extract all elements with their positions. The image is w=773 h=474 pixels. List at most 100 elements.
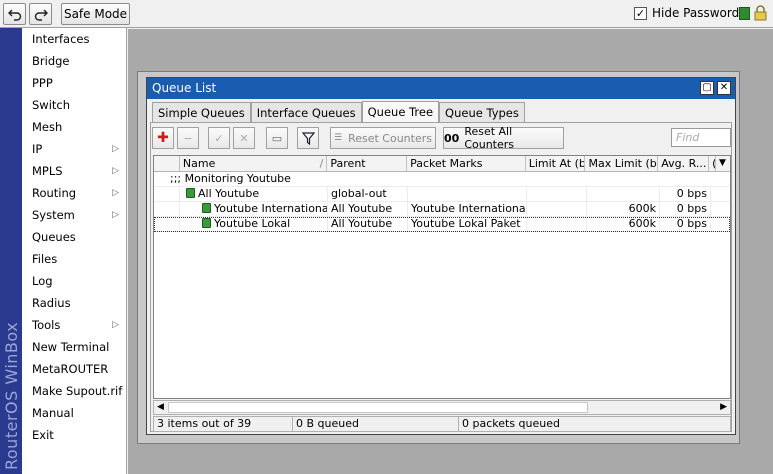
- queue-tree-panel: ✚ − ✓ ✕ ▭ ☰ Reset Counters 00 Reset All …: [150, 122, 732, 432]
- sidebar-item-bridge[interactable]: Bridge: [22, 50, 126, 72]
- filter-button[interactable]: [297, 127, 319, 149]
- sidebar-item-ip[interactable]: IP ▷: [22, 138, 126, 160]
- sidebar-item-exit[interactable]: Exit: [22, 424, 126, 446]
- tab-queue-types[interactable]: Queue Types: [439, 102, 525, 123]
- sidebar-item-metarouter[interactable]: MetaROUTER: [22, 358, 126, 380]
- queue-icon: [186, 188, 195, 198]
- brand-strip: RouterOS WinBox: [0, 28, 22, 474]
- remove-button[interactable]: −: [177, 127, 199, 149]
- column-header-avg-rate[interactable]: Avg. R...: [658, 156, 710, 171]
- queue-tabs: Simple Queues Interface Queues Queue Tre…: [152, 101, 525, 123]
- row-marker: [154, 202, 180, 216]
- sidebar-item-queues[interactable]: Queues: [22, 226, 126, 248]
- disable-button[interactable]: ✕: [233, 127, 255, 149]
- reset-all-counters-icon: 00: [444, 131, 460, 145]
- row-marker: [154, 217, 180, 231]
- submenu-arrow-icon: ▷: [112, 320, 119, 330]
- reset-counters-label: Reset Counters: [348, 131, 432, 145]
- sidebar-item-label: Bridge: [32, 54, 70, 68]
- column-header-label: Name: [182, 157, 216, 170]
- sidebar-item-label: IP: [32, 142, 43, 156]
- sidebar-item-label: Manual: [32, 406, 74, 420]
- queue-icon: [202, 218, 211, 228]
- column-header-packet-marks[interactable]: Packet Marks: [407, 156, 526, 171]
- table-header: Name / Parent Packet Marks Limit At (b..…: [154, 156, 730, 172]
- sidebar-item-files[interactable]: Files: [22, 248, 126, 270]
- sidebar-item-label: Radius: [32, 296, 71, 310]
- safe-mode-label: Safe Mode: [63, 7, 128, 21]
- submenu-arrow-icon: ▷: [112, 144, 119, 154]
- table-row[interactable]: Youtube International All Youtube Youtub…: [154, 202, 730, 217]
- cell-name-text: Youtube International: [214, 202, 328, 215]
- queue-tree-table: Name / Parent Packet Marks Limit At (b..…: [153, 155, 731, 399]
- status-bar: 3 items out of 39 0 B queued 0 packets q…: [153, 416, 731, 432]
- reset-all-counters-label: Reset All Counters: [464, 125, 515, 151]
- table-row[interactable]: Youtube Lokal All Youtube Youtube Lokal …: [154, 217, 730, 232]
- column-header-max-limit[interactable]: Max Limit (bi...: [585, 156, 659, 171]
- sidebar-item-radius[interactable]: Radius: [22, 292, 126, 314]
- sidebar-item-routing[interactable]: Routing ▷: [22, 182, 126, 204]
- sidebar-item-label: Queues: [32, 230, 76, 244]
- column-chooser-icon[interactable]: ▼: [716, 156, 730, 171]
- restore-window-button[interactable]: ▢: [700, 81, 714, 95]
- tab-simple-queues[interactable]: Simple Queues: [152, 102, 251, 123]
- column-header-name[interactable]: Name /: [180, 156, 328, 171]
- sidebar-item-label: System: [32, 208, 75, 222]
- scrollbar-thumb[interactable]: [168, 402, 588, 413]
- cell-name-text: Youtube Lokal: [214, 217, 291, 230]
- cell-name: Youtube Lokal: [180, 217, 328, 231]
- sidebar-item-make-supout[interactable]: Make Supout.rif: [22, 380, 126, 402]
- reset-all-counters-button[interactable]: 00 Reset All Counters: [443, 125, 564, 151]
- enable-button[interactable]: ✓: [208, 127, 230, 149]
- sidebar-item-mesh[interactable]: Mesh: [22, 116, 126, 138]
- column-header-limit-at[interactable]: Limit At (b...: [526, 156, 586, 171]
- close-window-button[interactable]: ✕: [717, 81, 731, 95]
- window-titlebar[interactable]: Queue List ▢ ✕: [147, 78, 735, 99]
- cell-packet-marks: Youtube Lokal Paket: [408, 217, 527, 231]
- sidebar-item-interfaces[interactable]: Interfaces: [22, 28, 126, 50]
- add-button[interactable]: ✚: [152, 127, 174, 149]
- cell-max-limit: [587, 187, 660, 201]
- hide-passwords-toggle[interactable]: ✓ Hide Passwords: [634, 6, 745, 20]
- submenu-arrow-icon: ▷: [112, 188, 119, 198]
- find-input[interactable]: Find: [671, 128, 731, 147]
- sidebar-item-log[interactable]: Log: [22, 270, 126, 292]
- sidebar-item-ppp[interactable]: PPP: [22, 72, 126, 94]
- column-header-marker: [154, 156, 180, 171]
- cell-max-limit: 600k: [587, 202, 660, 216]
- hide-passwords-checkbox[interactable]: ✓: [634, 6, 647, 20]
- tab-interface-queues[interactable]: Interface Queues: [250, 102, 362, 123]
- sidebar-item-label: Tools: [32, 318, 61, 332]
- sidebar-item-new-terminal[interactable]: New Terminal: [22, 336, 126, 358]
- cell-limit-at: [527, 217, 587, 231]
- cell-max-limit: 600k: [587, 217, 660, 231]
- sidebar-item-tools[interactable]: Tools ▷: [22, 314, 126, 336]
- column-header-parent[interactable]: Parent: [327, 156, 408, 171]
- sidebar-item-label: Switch: [32, 98, 71, 112]
- sidebar-item-label: Mesh: [32, 120, 63, 134]
- status-square-icon: [739, 7, 750, 20]
- brand-text: RouterOS WinBox: [2, 321, 21, 470]
- redo-button[interactable]: [29, 3, 52, 25]
- sidebar-item-label: Exit: [32, 428, 54, 442]
- table-row[interactable]: All Youtube global-out 0 bps: [154, 187, 730, 202]
- sidebar-item-manual[interactable]: Manual: [22, 402, 126, 424]
- reset-counters-button[interactable]: ☰ Reset Counters: [330, 127, 436, 149]
- undo-button[interactable]: [3, 3, 26, 25]
- comment-button[interactable]: ▭: [266, 127, 288, 149]
- horizontal-scrollbar[interactable]: ◀ ▶: [153, 400, 731, 415]
- cross-icon: ✕: [239, 131, 249, 145]
- tab-queue-tree[interactable]: Queue Tree: [361, 101, 440, 123]
- scroll-left-icon[interactable]: ◀: [157, 401, 164, 414]
- table-row-comment[interactable]: ;;; Monitoring Youtube: [154, 172, 730, 187]
- column-header-more[interactable]: (: [709, 156, 717, 171]
- sidebar-item-switch[interactable]: Switch: [22, 94, 126, 116]
- sidebar-item-label: PPP: [32, 76, 53, 90]
- safe-mode-button[interactable]: Safe Mode: [61, 3, 130, 25]
- main-toolbar: Safe Mode ✓ Hide Passwords: [0, 0, 773, 28]
- sidebar-item-mpls[interactable]: MPLS ▷: [22, 160, 126, 182]
- sidebar-item-system[interactable]: System ▷: [22, 204, 126, 226]
- scroll-right-icon[interactable]: ▶: [720, 401, 727, 414]
- sidebar-item-label: MPLS: [32, 164, 63, 178]
- cell-limit-at: [527, 187, 587, 201]
